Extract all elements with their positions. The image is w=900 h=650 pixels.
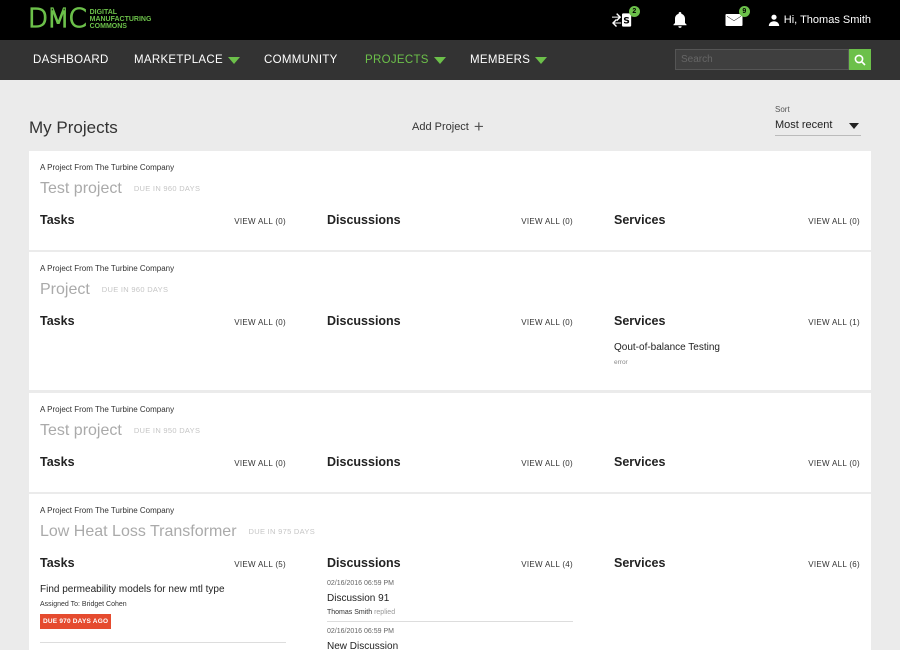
sort-label: Sort: [775, 105, 790, 114]
discussions-view-all-link[interactable]: VIEW ALL (4): [521, 560, 573, 569]
discussions-view-all-link[interactable]: VIEW ALL (0): [521, 459, 573, 468]
discussions-view-all-link[interactable]: VIEW ALL (0): [521, 217, 573, 226]
project-card: A Project From The Turbine Company Low H…: [29, 494, 871, 650]
project-due: DUE IN 975 DAYS: [248, 527, 315, 537]
discussions-column: Discussions VIEW ALL (4) 02/16/2016 06:59…: [327, 556, 573, 650]
services-heading: Services: [614, 455, 666, 469]
tasks-view-all-link[interactable]: VIEW ALL (0): [234, 318, 286, 327]
services-heading: Services: [614, 556, 666, 570]
project-company: A Project From The Turbine Company: [40, 264, 175, 273]
tasks-column: Tasks VIEW ALL (5) Find permeability mode…: [40, 556, 286, 643]
sort-value: Most recent: [775, 119, 833, 131]
search-button[interactable]: [849, 49, 871, 70]
tasks-column: Tasks VIEW ALL (0): [40, 455, 286, 469]
mail-badge: 9: [738, 6, 750, 17]
nav-members[interactable]: MEMBERS: [470, 40, 548, 80]
discussion-action: replied: [374, 609, 396, 616]
project-due: DUE IN 960 DAYS: [133, 184, 201, 194]
services-view-all-link[interactable]: VIEW ALL (0): [808, 459, 860, 468]
logo-text: DIGITAL MANUFACTURING COMMONS: [89, 8, 152, 30]
task-due-badge: DUE 970 DAYS AGO: [40, 614, 112, 629]
services-heading: Services: [614, 213, 666, 227]
search-icon: [854, 54, 866, 66]
user-icon: [768, 14, 779, 26]
discussions-column: Discussions VIEW ALL (0): [327, 213, 573, 227]
services-column: Services VIEW ALL (1) Qout-of-balance Tes…: [614, 314, 860, 366]
logo-mark: DMC: [27, 4, 87, 34]
top-bar: DMC DIGITAL MANUFACTURING COMMONS S 2 9 …: [0, 0, 900, 40]
service-transfer-icon[interactable]: S 2: [611, 6, 640, 30]
search-input[interactable]: [675, 49, 849, 70]
add-project-label: Add Project: [412, 121, 469, 133]
project-company: A Project From The Turbine Company: [40, 405, 175, 414]
discussions-view-all-link[interactable]: VIEW ALL (0): [521, 318, 573, 327]
discussion-title[interactable]: Discussion 91: [327, 593, 573, 604]
service-status: error: [614, 359, 628, 366]
services-view-all-link[interactable]: VIEW ALL (1): [808, 318, 860, 327]
divider: [40, 642, 286, 643]
discussions-heading: Discussions: [327, 455, 401, 469]
chevron-down-icon: [433, 56, 446, 64]
tasks-heading: Tasks: [40, 455, 75, 469]
project-name[interactable]: Project DUE IN 960 DAYS: [40, 281, 168, 299]
tasks-column: Tasks VIEW ALL (0): [40, 213, 286, 227]
nav-community[interactable]: COMMUNITY: [264, 40, 338, 80]
project-name[interactable]: Test project DUE IN 960 DAYS: [40, 180, 200, 198]
tasks-view-all-link[interactable]: VIEW ALL (5): [234, 560, 286, 569]
divider: [327, 621, 573, 622]
project-card: A Project From The Turbine Company Test …: [29, 393, 871, 492]
search-box: [675, 49, 871, 70]
services-view-all-link[interactable]: VIEW ALL (6): [808, 560, 860, 569]
chevron-down-icon: [535, 56, 548, 64]
project-company: A Project From The Turbine Company: [40, 163, 175, 172]
sort-select[interactable]: Most recent: [775, 119, 861, 136]
services-column: Services VIEW ALL (0): [614, 213, 860, 227]
tasks-heading: Tasks: [40, 314, 75, 328]
nav-dashboard[interactable]: DASHBOARD: [33, 40, 109, 80]
chevron-down-icon: [849, 123, 859, 129]
discussions-heading: Discussions: [327, 314, 401, 328]
project-due: DUE IN 950 DAYS: [133, 426, 201, 436]
user-menu[interactable]: Hi, Thomas Smith: [768, 14, 871, 26]
nav-marketplace[interactable]: MARKETPLACE: [134, 40, 240, 80]
services-column: Services VIEW ALL (6): [614, 556, 860, 570]
add-project-button[interactable]: Add Project +: [412, 117, 484, 136]
tasks-heading: Tasks: [40, 213, 75, 227]
task-assignee: Assigned To: Bridget Cohen: [40, 601, 127, 608]
bell-icon[interactable]: [670, 10, 690, 30]
discussion-date: 02/16/2016 06:59 PM: [327, 628, 394, 635]
discussions-column: Discussions VIEW ALL (0): [327, 314, 573, 328]
tasks-view-all-link[interactable]: VIEW ALL (0): [234, 217, 286, 226]
user-greeting: Hi, Thomas Smith: [783, 14, 871, 26]
discussion-author: Thomas Smith: [327, 609, 373, 616]
services-heading: Services: [614, 314, 666, 328]
dmc-logo[interactable]: DMC DIGITAL MANUFACTURING COMMONS: [27, 4, 152, 34]
chevron-down-icon: [227, 56, 240, 64]
discussion-title[interactable]: New Discussion: [327, 641, 573, 650]
nav-projects[interactable]: PROJECTS: [365, 40, 446, 80]
tasks-heading: Tasks: [40, 556, 75, 570]
task-item[interactable]: Find permeability models for new mtl typ…: [40, 584, 286, 595]
discussion-meta: Thomas Smith replied: [327, 609, 573, 616]
services-view-all-link[interactable]: VIEW ALL (0): [808, 217, 860, 226]
services-column: Services VIEW ALL (0): [614, 455, 860, 469]
plus-icon: +: [473, 117, 484, 136]
project-card: A Project From The Turbine Company Proje…: [29, 252, 871, 390]
page-title: My Projects: [29, 118, 118, 137]
discussions-column: Discussions VIEW ALL (0): [327, 455, 573, 469]
tasks-view-all-link[interactable]: VIEW ALL (0): [234, 459, 286, 468]
project-card: A Project From The Turbine Company Test …: [29, 151, 871, 250]
discussion-date: 02/16/2016 06:59 PM: [327, 580, 394, 587]
project-company: A Project From The Turbine Company: [40, 506, 175, 515]
project-due: DUE IN 960 DAYS: [101, 285, 169, 295]
services-badge: 2: [628, 6, 640, 17]
project-name[interactable]: Test project DUE IN 950 DAYS: [40, 422, 200, 440]
discussions-heading: Discussions: [327, 213, 401, 227]
service-item[interactable]: Qout-of-balance Testing: [614, 342, 860, 353]
project-name[interactable]: Low Heat Loss Transformer DUE IN 975 DAYS: [40, 523, 315, 541]
tasks-column: Tasks VIEW ALL (0): [40, 314, 286, 328]
mail-icon[interactable]: 9: [724, 6, 750, 30]
discussions-heading: Discussions: [327, 556, 401, 570]
svg-text:S: S: [623, 16, 630, 27]
